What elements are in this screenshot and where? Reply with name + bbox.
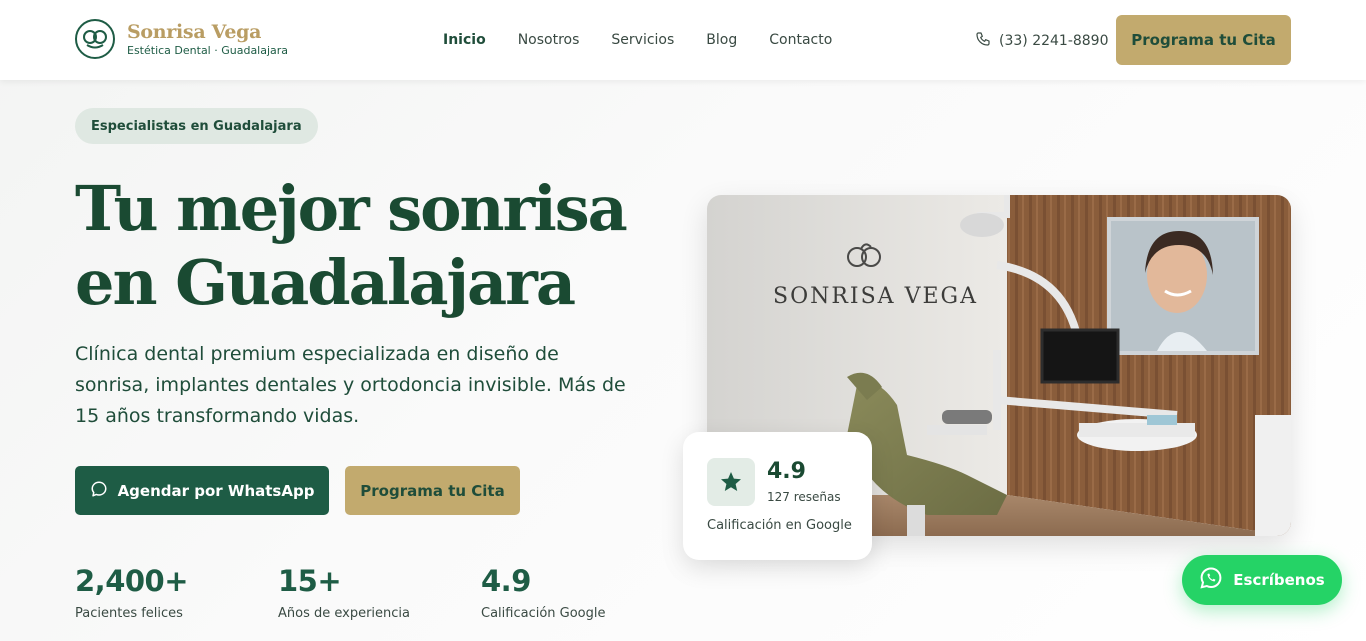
stat-value: 15+ [278, 564, 342, 598]
hero-title: Tu mejor sonrisa en Guadalajara [75, 172, 675, 320]
rating-review-count: 127 reseñas [767, 490, 841, 504]
phone-number: (33) 2241-8890 [999, 33, 1109, 49]
chat-bubble-icon [90, 480, 108, 502]
wall-sign-text: SONRISA VEGA [773, 284, 978, 309]
nav-item-contacto[interactable]: Contacto [769, 31, 832, 49]
stat-label: Pacientes felices [75, 606, 183, 621]
stat-label: Años de experiencia [278, 606, 411, 621]
smile-logo-icon [75, 19, 115, 59]
floating-whatsapp-label: Escríbenos [1233, 571, 1325, 589]
stat-patients: 2,400+ Pacientes felices [75, 564, 189, 621]
nav-item-servicios[interactable]: Servicios [611, 31, 674, 49]
nav-item-nosotros[interactable]: Nosotros [518, 31, 580, 49]
schedule-appointment-button[interactable]: Programa tu Cita [345, 466, 520, 515]
brand-subtitle: Estética Dental · Guadalajara [127, 43, 289, 57]
rating-value: 4.9 [767, 459, 806, 484]
brand-name: Sonrisa Vega [127, 20, 262, 43]
nav-item-blog[interactable]: Blog [706, 31, 737, 49]
stat-value: 4.9 [481, 564, 531, 598]
stat-value: 2,400+ [75, 564, 189, 598]
whatsapp-icon [1199, 566, 1223, 594]
floating-whatsapp-button[interactable]: Escríbenos [1182, 555, 1342, 605]
star-icon [707, 458, 755, 506]
brand[interactable]: Sonrisa Vega Estética Dental · Guadalaja… [75, 19, 288, 59]
hero-title-line2: en Guadalajara [75, 246, 576, 319]
nav-item-inicio[interactable]: Inicio [443, 31, 486, 49]
whatsapp-booking-label: Agendar por WhatsApp [117, 481, 315, 500]
site-header: Sonrisa Vega Estética Dental · Guadalaja… [0, 0, 1366, 80]
specialists-badge: Especialistas en Guadalajara [75, 108, 318, 144]
header-cta-button[interactable]: Programa tu Cita [1116, 15, 1291, 65]
stat-label: Calificación Google [481, 606, 606, 621]
main-nav: Inicio Nosotros Servicios Blog Contacto [443, 31, 832, 49]
google-rating-card: 4.9 127 reseñas Calificación en Google [683, 432, 872, 560]
phone-icon [975, 31, 991, 51]
hero-title-line1: Tu mejor sonrisa [75, 172, 628, 245]
stat-experience: 15+ Años de experiencia [278, 564, 410, 621]
stat-google-rating: 4.9 Calificación Google [481, 564, 606, 621]
rating-source: Calificación en Google [707, 518, 852, 533]
hero-description: Clínica dental premium especializada en … [75, 343, 626, 427]
whatsapp-booking-button[interactable]: Agendar por WhatsApp [75, 466, 329, 515]
phone-link[interactable]: (33) 2241-8890 [975, 31, 1109, 51]
